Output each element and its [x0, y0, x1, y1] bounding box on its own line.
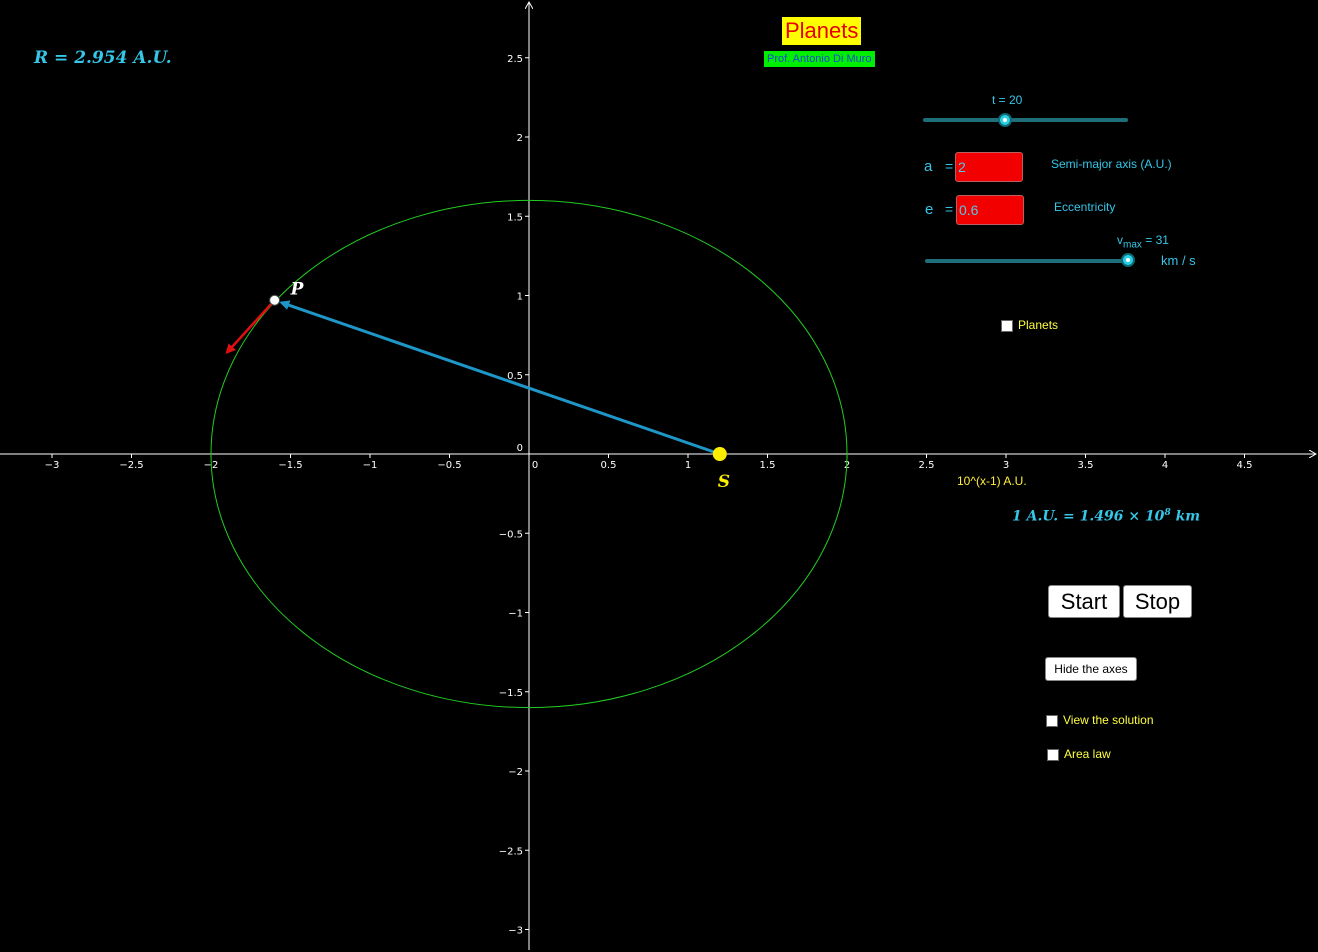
stop-button[interactable]: Stop — [1123, 585, 1192, 618]
y-tick-label: −3 — [508, 926, 523, 937]
y-tick-label: −0.5 — [499, 529, 523, 540]
x-tick-label: 3 — [1003, 460, 1009, 471]
x-tick-label: 3.5 — [1078, 460, 1094, 471]
planet-point[interactable] — [269, 294, 281, 306]
velocity-vector-arrow — [225, 299, 276, 355]
sun-point[interactable] — [712, 447, 727, 461]
t-slider-label: t = 20 — [992, 93, 1023, 107]
x-tick-label: 2.5 — [919, 460, 935, 471]
x-tick-label: 1 — [685, 460, 691, 471]
planets-checkbox[interactable] — [1001, 320, 1013, 332]
y-tick-label: −2 — [508, 767, 523, 778]
eccentricity-description: Eccentricity — [1054, 200, 1116, 214]
radius-label: R = 2.954 A.U. — [34, 48, 172, 68]
y-tick-label: 1.5 — [507, 212, 523, 223]
planets-checkbox-label: Planets — [1018, 318, 1059, 332]
y-tick-label: 1 — [517, 292, 523, 303]
au-conversion-label: 1 A.U. = 1.496 × 108 km — [1012, 508, 1200, 525]
x-tick-label: −1.5 — [278, 460, 302, 471]
t-slider-handle[interactable] — [998, 113, 1012, 127]
graphics-view[interactable]: −3 −2.5 −2 −1.5 −1 −0.5 0 0.5 1 1.5 2 2.5 3 3.5 4 4.5 2… — [0, 0, 1318, 952]
y-tick-label: 2 — [517, 133, 523, 144]
y-tick-label: −1.5 — [499, 688, 523, 699]
semi-major-axis-description: Semi-major axis (A.U.) — [1051, 157, 1172, 171]
y-tick-label: −1 — [508, 609, 523, 620]
view-solution-label: View the solution — [1063, 713, 1154, 727]
au-conversion-prefix: 1 A.U. = 1.496 × 10 — [1012, 508, 1165, 525]
x-tick-label: −3 — [45, 460, 60, 471]
x-tick-label: 1.5 — [760, 460, 776, 471]
semi-major-axis-input[interactable]: 2 — [955, 152, 1023, 182]
area-law-checkbox[interactable] — [1047, 749, 1059, 761]
x-tick-label: 0.5 — [601, 460, 617, 471]
x-tick-label: −1 — [363, 460, 378, 471]
vmax-value: = 31 — [1141, 233, 1169, 247]
e-label: e — [925, 201, 934, 218]
vmax-slider-handle[interactable] — [1121, 253, 1135, 267]
x-tick-label: 4 — [1162, 460, 1168, 471]
vmax-slider-label: vmax = 31 — [1117, 233, 1169, 250]
y-tick-label: 2.5 — [507, 54, 523, 65]
x-tick-label: 4.5 — [1237, 460, 1253, 471]
x-tick-label: −0.5 — [437, 460, 461, 471]
a-label: a — [924, 158, 933, 175]
a-equals: = — [945, 158, 954, 174]
vmax-slider-track[interactable] — [925, 259, 1128, 263]
e-equals: = — [945, 201, 954, 217]
area-law-label: Area law — [1064, 747, 1111, 761]
vmax-unit: km / s — [1161, 253, 1196, 268]
t-slider-track[interactable] — [923, 118, 1128, 122]
view-solution-checkbox[interactable] — [1046, 715, 1058, 727]
y-tick-label: −2.5 — [499, 846, 523, 857]
x-tick-label: 0 — [532, 460, 538, 471]
start-button[interactable]: Start — [1048, 585, 1120, 618]
planet-label: P — [290, 279, 305, 299]
y-tick-label: 0 — [517, 443, 523, 454]
x-unit-label: 10^(x-1) A.U. — [957, 474, 1027, 488]
sun-label: S — [718, 472, 730, 492]
radius-vector-arrow — [279, 300, 721, 456]
hide-axes-button[interactable]: Hide the axes — [1045, 657, 1137, 681]
author-label: Prof. Antonio Di Muro — [764, 51, 875, 67]
au-conversion-suffix: km — [1170, 508, 1201, 525]
app-title: Planets — [782, 17, 862, 45]
vmax-sub: max — [1123, 239, 1142, 251]
x-tick-label: −2.5 — [119, 460, 143, 471]
eccentricity-input[interactable]: 0.6 — [956, 195, 1024, 225]
